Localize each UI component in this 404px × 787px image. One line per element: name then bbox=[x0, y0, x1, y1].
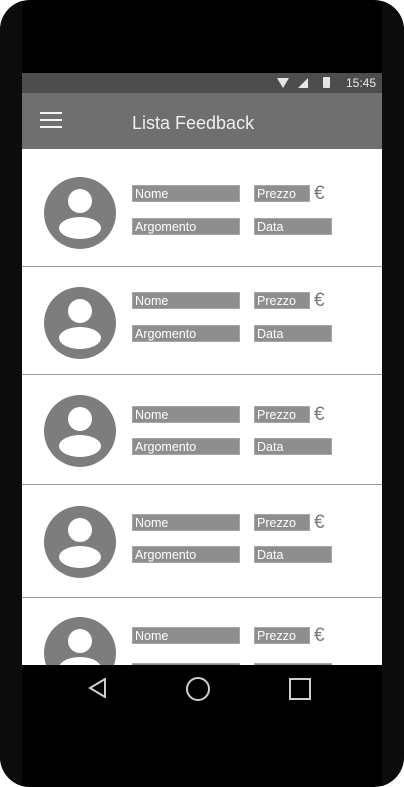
avatar-icon bbox=[44, 506, 116, 578]
date-field: Data bbox=[254, 218, 332, 235]
topic-field: Argomento bbox=[132, 325, 240, 342]
status-bar: 15:45 bbox=[22, 73, 382, 93]
price-field: Prezzo bbox=[254, 292, 310, 309]
avatar-icon bbox=[44, 287, 116, 359]
avatar-icon bbox=[44, 177, 116, 249]
topic-field: Argomento bbox=[132, 218, 240, 235]
screen: 15:45 Lista Feedback Nome Prezzo € Argom… bbox=[22, 73, 382, 665]
feedback-card[interactable]: Nome Prezzo € Argomento Data bbox=[22, 149, 382, 267]
name-field: Nome bbox=[132, 292, 240, 309]
battery-icon bbox=[323, 77, 330, 88]
avatar-icon bbox=[44, 395, 116, 467]
name-field: Nome bbox=[132, 514, 240, 531]
euro-icon: € bbox=[314, 512, 325, 533]
wifi-icon bbox=[277, 78, 289, 88]
page-title: Lista Feedback bbox=[132, 113, 255, 133]
recent-apps-icon[interactable] bbox=[289, 678, 311, 700]
feedback-card[interactable]: Nome Prezzo € Argomento Data bbox=[22, 485, 382, 598]
date-field: Data bbox=[254, 438, 332, 455]
euro-icon: € bbox=[314, 625, 325, 646]
signal-icon bbox=[298, 78, 308, 88]
euro-icon: € bbox=[314, 290, 325, 311]
status-time: 15:45 bbox=[345, 76, 376, 90]
phone-frame: 15:45 Lista Feedback Nome Prezzo € Argom… bbox=[0, 0, 404, 787]
hamburger-menu-icon[interactable] bbox=[40, 112, 62, 130]
app-bar: Lista Feedback bbox=[22, 93, 382, 149]
phone-bezel-right bbox=[382, 0, 404, 787]
phone-bezel-left bbox=[0, 0, 22, 787]
name-field: Nome bbox=[132, 185, 240, 202]
price-field: Prezzo bbox=[254, 627, 310, 644]
price-field: Prezzo bbox=[254, 514, 310, 531]
price-field: Prezzo bbox=[254, 185, 310, 202]
euro-icon: € bbox=[314, 404, 325, 425]
back-icon[interactable] bbox=[88, 678, 108, 698]
home-icon[interactable] bbox=[186, 677, 210, 701]
euro-icon: € bbox=[314, 183, 325, 204]
name-field: Nome bbox=[132, 627, 240, 644]
feedback-card[interactable]: Nome Prezzo € Argomento Data bbox=[22, 375, 382, 485]
date-field: Data bbox=[254, 325, 332, 342]
topic-field: Argomento bbox=[132, 546, 240, 563]
feedback-card[interactable]: Nome Prezzo € bbox=[22, 598, 382, 665]
feedback-card[interactable]: Nome Prezzo € Argomento Data bbox=[22, 267, 382, 375]
navigation-bar bbox=[22, 665, 382, 713]
topic-field: Argomento bbox=[132, 438, 240, 455]
price-field: Prezzo bbox=[254, 406, 310, 423]
avatar-icon bbox=[44, 617, 116, 665]
name-field: Nome bbox=[132, 406, 240, 423]
date-field: Data bbox=[254, 546, 332, 563]
